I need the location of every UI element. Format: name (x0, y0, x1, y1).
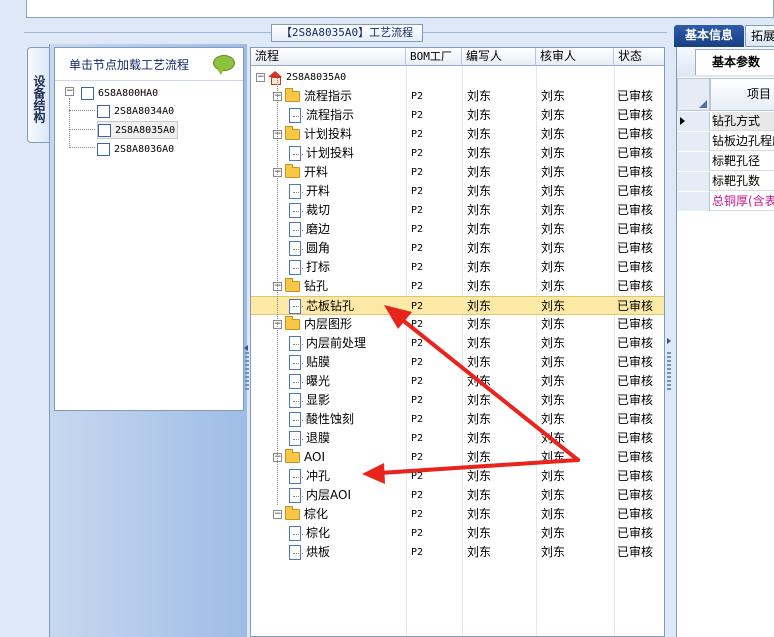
annotation-arrow-group (362, 305, 580, 484)
arrow-head-to-punching (362, 463, 385, 484)
app-window: 【2S8A8035A0】工艺流程 设备结构 单击节点加载工艺流程 − 6S8A8… (0, 0, 774, 637)
arrow-shaft-to-punching (378, 458, 580, 475)
arrow-shaft-to-core-drilling (398, 316, 580, 462)
annotation-arrows (362, 305, 580, 484)
